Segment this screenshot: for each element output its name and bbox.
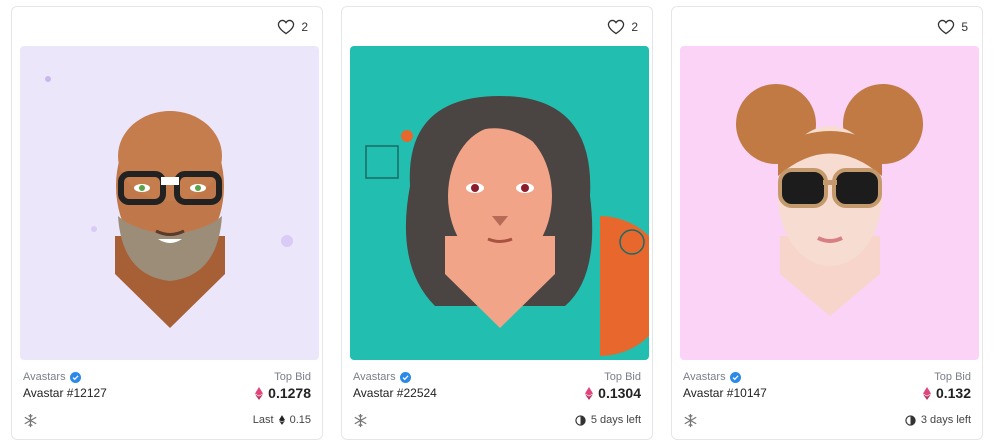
like-button[interactable]: 5 [937,18,968,36]
ethereum-icon [255,386,264,400]
nft-card[interactable]: 2 Avastars Avastar #22524 Top Bid 0.1304… [341,6,653,440]
snowflake-icon [684,413,697,428]
avatar-illustration [680,46,979,360]
card-footer: 3 days left [683,413,971,429]
heart-icon [608,19,625,35]
top-bid-value: 0.132 [922,385,971,401]
heart-icon [278,19,295,35]
ethereum-icon [922,386,931,400]
avatar-image[interactable] [20,46,319,360]
verified-icon [69,371,81,383]
card-meta: Avastars Avastar #10147 Top Bid 0.132 [683,371,971,401]
like-count: 5 [961,20,968,34]
nft-card[interactable]: 5 Avastars Avastar #10147 Top Bid 0.132 … [671,6,983,440]
time-left: 5 days left [575,414,641,426]
card-footer: Last 0.15 [23,413,311,429]
like-button[interactable]: 2 [277,18,308,36]
time-left: 3 days left [905,414,971,426]
snowflake-icon [24,413,37,428]
avatar-image[interactable] [350,46,649,360]
avatar-illustration [350,46,649,360]
top-bid-label: Top Bid [274,371,311,383]
snowflake-icon [354,413,367,428]
avatar-illustration [20,46,319,360]
ethereum-icon [278,415,285,425]
nft-card-grid: 2 Avastars Avastar #12127 Top Bid 0.1278… [0,0,995,446]
collection-name[interactable]: Avastars [683,371,971,383]
avatar-image[interactable] [680,46,979,360]
like-count: 2 [301,20,308,34]
card-footer: 5 days left [353,413,641,429]
top-bid-value: 0.1278 [255,385,311,401]
clock-icon [905,414,916,426]
collection-name[interactable]: Avastars [353,371,641,383]
like-button[interactable]: 2 [607,18,638,36]
top-bid-value: 0.1304 [585,385,641,401]
top-bid-label: Top Bid [934,371,971,383]
heart-icon [938,19,955,35]
card-meta: Avastars Avastar #22524 Top Bid 0.1304 [353,371,641,401]
card-meta: Avastars Avastar #12127 Top Bid 0.1278 [23,371,311,401]
verified-icon [399,371,411,383]
last-price: Last 0.15 [252,414,311,426]
clock-icon [575,414,586,426]
verified-icon [729,371,741,383]
top-bid-label: Top Bid [604,371,641,383]
nft-card[interactable]: 2 Avastars Avastar #12127 Top Bid 0.1278… [11,6,323,440]
ethereum-icon [585,386,594,400]
collection-name[interactable]: Avastars [23,371,311,383]
like-count: 2 [631,20,638,34]
